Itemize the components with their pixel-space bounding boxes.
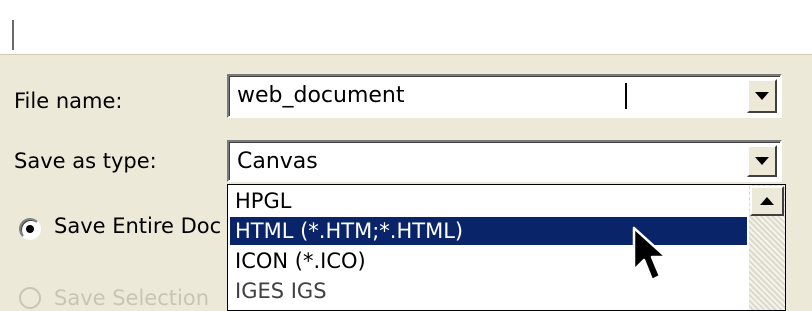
file-name-combo[interactable]: web_document bbox=[227, 74, 782, 118]
file-name-dropdown-button[interactable] bbox=[747, 79, 777, 113]
save-selection-label: Save Selection bbox=[54, 286, 209, 310]
save-selection-radio[interactable] bbox=[19, 287, 41, 309]
save-as-type-value: Canvas bbox=[237, 149, 318, 174]
dropdown-scrollbar[interactable] bbox=[749, 185, 785, 310]
file-name-input[interactable]: web_document bbox=[237, 82, 405, 110]
save-dialog: File name: web_document Save as type: Ca… bbox=[0, 0, 812, 311]
file-type-dropdown-list[interactable]: HPGL HTML (*.HTM;*.HTML) ICON (*.ICO) IG… bbox=[227, 184, 786, 311]
text-caret bbox=[625, 83, 627, 109]
pane-divider bbox=[12, 20, 14, 50]
scroll-up-button[interactable] bbox=[750, 186, 784, 216]
save-as-type-combo[interactable]: Canvas bbox=[227, 140, 782, 182]
save-entire-document-label: Save Entire Doc bbox=[54, 214, 222, 238]
file-name-label: File name: bbox=[14, 89, 123, 113]
mouse-pointer-icon bbox=[632, 226, 668, 282]
save-entire-document-radio[interactable] bbox=[19, 218, 41, 240]
dropdown-arrow-icon bbox=[755, 92, 769, 100]
dropdown-arrow-icon bbox=[755, 157, 769, 165]
list-item-hpgl[interactable]: HPGL bbox=[230, 187, 747, 215]
save-as-type-dropdown-button[interactable] bbox=[747, 145, 777, 177]
scroll-up-arrow-icon bbox=[760, 197, 774, 205]
file-list-pane bbox=[0, 0, 812, 54]
save-as-type-label: Save as type: bbox=[14, 149, 157, 173]
